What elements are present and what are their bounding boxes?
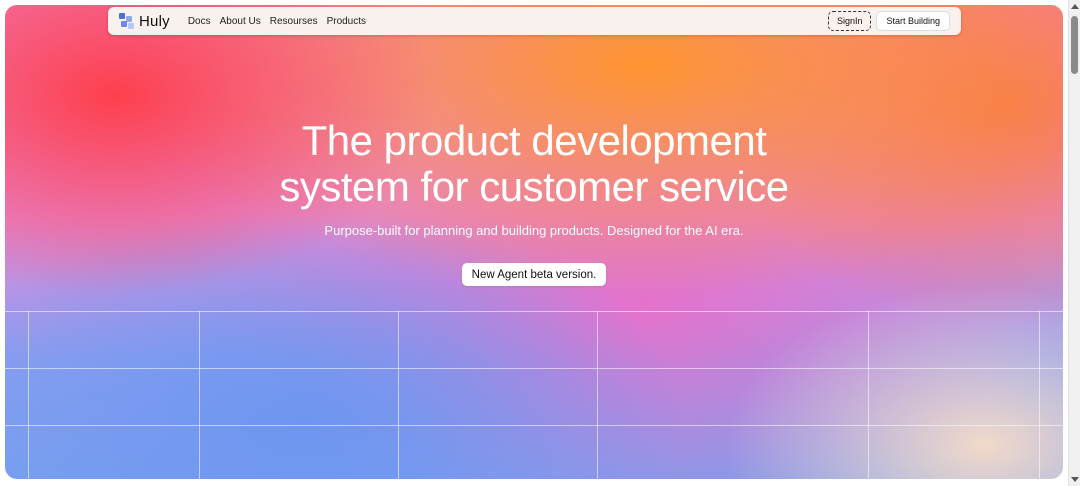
- page-scrollbar[interactable]: [1068, 0, 1080, 486]
- page-viewport: Huly Docs About Us Resourses Products Si…: [0, 0, 1068, 486]
- hero-subheadline: Purpose-built for planning and building …: [324, 223, 744, 238]
- grid-line: [199, 311, 200, 479]
- hero-headline-line1: The product development: [301, 117, 767, 164]
- brand-logo[interactable]: Huly: [119, 13, 170, 30]
- scroll-down-arrow-icon[interactable]: [1071, 477, 1079, 482]
- grid-line: [1039, 311, 1040, 479]
- grid-line: [5, 425, 1063, 426]
- new-agent-beta-button[interactable]: New Agent beta version.: [462, 263, 606, 286]
- hero-section: [5, 5, 1063, 479]
- signin-button[interactable]: SignIn: [827, 11, 872, 31]
- hero-headline-line2: system for customer service: [279, 163, 789, 210]
- grid-line: [597, 311, 598, 479]
- nav-link-about-us[interactable]: About Us: [220, 16, 261, 27]
- grid-line: [28, 311, 29, 479]
- huly-logo-icon: [119, 13, 135, 29]
- nav-actions: SignIn Start Building: [827, 11, 950, 31]
- nav-links: Docs About Us Resourses Products: [188, 16, 366, 27]
- hero-headline: The product development system for custo…: [200, 118, 868, 210]
- nav-link-products[interactable]: Products: [327, 16, 366, 27]
- grid-line: [398, 311, 399, 479]
- brand-name: Huly: [139, 12, 170, 30]
- scrollbar-thumb[interactable]: [1071, 16, 1078, 74]
- grid-line: [5, 368, 1063, 369]
- start-building-button[interactable]: Start Building: [876, 11, 950, 31]
- grid-line: [868, 311, 869, 479]
- grid-line: [5, 311, 1063, 312]
- scroll-up-arrow-icon[interactable]: [1071, 4, 1079, 9]
- nav-link-docs[interactable]: Docs: [188, 16, 211, 27]
- nav-link-resources[interactable]: Resourses: [270, 16, 318, 27]
- top-navbar: Huly Docs About Us Resourses Products Si…: [108, 7, 961, 35]
